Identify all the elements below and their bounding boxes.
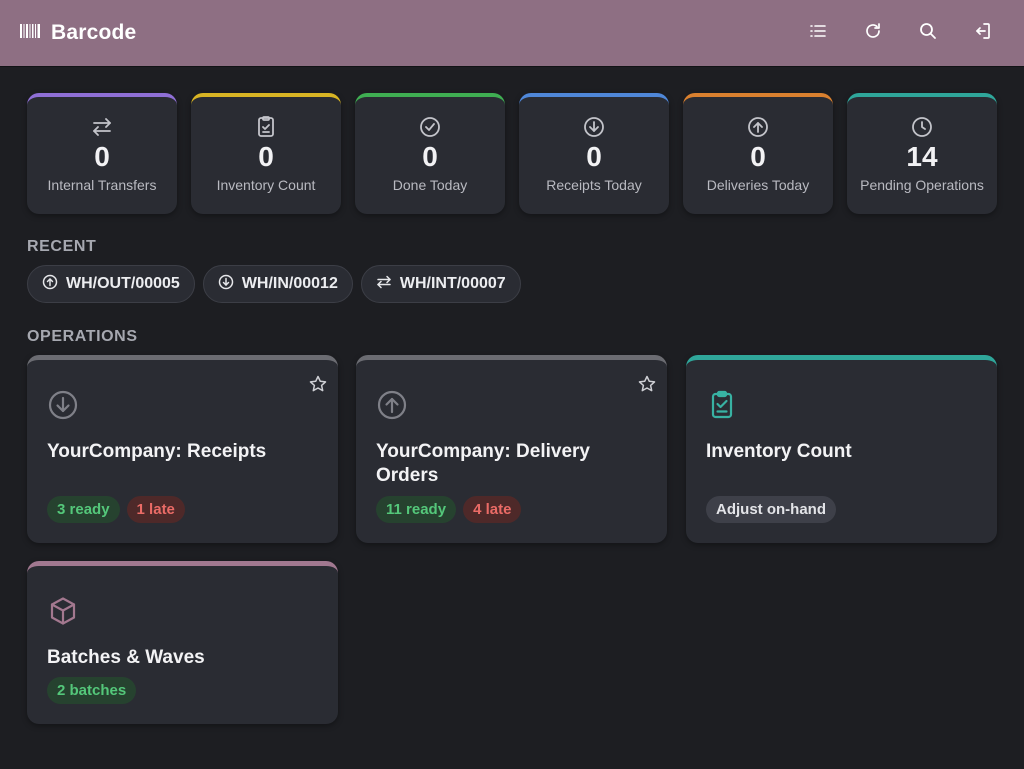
operation-badges: 3 ready 1 late <box>47 496 185 523</box>
check-circle-icon <box>418 115 442 139</box>
stat-label: Internal Transfers <box>47 177 157 193</box>
star-icon[interactable] <box>308 374 328 394</box>
operation-title: YourCompany: Receipts <box>47 441 267 462</box>
stat-inventory-count[interactable]: 0 Inventory Count <box>191 93 341 214</box>
operation-title: Batches & Waves <box>47 647 205 668</box>
list-button[interactable] <box>802 18 833 49</box>
arrow-down-circle-icon <box>582 115 606 139</box>
refresh-button[interactable] <box>857 18 888 49</box>
stat-label: Deliveries Today <box>706 177 810 193</box>
search-button[interactable] <box>912 18 943 49</box>
recent-chip-label: WH/IN/00012 <box>241 275 338 292</box>
recent-chip-label: WH/OUT/00005 <box>66 275 180 292</box>
stat-internal-transfers[interactable]: 0 Internal Transfers <box>27 93 177 214</box>
operation-card-batches-waves[interactable]: Batches & Waves 2 batches <box>27 561 338 724</box>
stat-label: Inventory Count <box>216 177 316 193</box>
app-title: Barcode <box>51 21 137 44</box>
batches-badge[interactable]: 2 batches <box>47 677 137 704</box>
late-badge[interactable]: 1 late <box>126 496 185 523</box>
stat-label: Receipts Today <box>546 177 642 193</box>
operations-title: OPERATIONS <box>27 328 138 345</box>
arrow-down-circle-icon <box>218 274 234 295</box>
operation-card-inventory-count[interactable]: Inventory Count Adjust on-hand <box>686 355 997 543</box>
logout-icon <box>973 21 993 46</box>
box-icon <box>47 595 79 627</box>
stat-pending-operations[interactable]: 14 Pending Operations <box>847 93 997 214</box>
operation-card-receipts[interactable]: YourCompany: Receipts 3 ready 1 late <box>27 355 338 543</box>
recent-chip-label: WH/INT/00007 <box>399 275 506 292</box>
stat-value: 0 <box>586 141 602 172</box>
logout-button[interactable] <box>967 18 998 49</box>
stat-label: Done Today <box>392 177 468 193</box>
late-badge[interactable]: 4 late <box>463 496 522 523</box>
operation-card-delivery-orders[interactable]: YourCompany: Delivery Orders 11 ready 4 … <box>356 355 667 543</box>
stat-value: 0 <box>750 141 766 172</box>
stat-value: 0 <box>258 141 274 172</box>
ready-badge[interactable]: 3 ready <box>47 496 120 523</box>
adjust-on-hand-badge[interactable]: Adjust on-hand <box>706 496 836 523</box>
recent-chip-wh-int-00007[interactable]: WH/INT/00007 <box>360 265 521 303</box>
arrow-down-circle-icon <box>47 389 79 421</box>
stat-deliveries-today[interactable]: 0 Deliveries Today <box>683 93 833 214</box>
top-bar: Barcode <box>0 0 1024 66</box>
stats-row: 0 Internal Transfers 0 Inventory Count 0… <box>27 93 997 214</box>
stat-done-today[interactable]: 0 Done Today <box>355 93 505 214</box>
search-icon <box>918 21 938 46</box>
recent-chip-wh-in-00012[interactable]: WH/IN/00012 <box>202 265 353 303</box>
clipboard-check-icon <box>254 115 278 139</box>
barcode-icon <box>20 23 40 43</box>
clipboard-check-icon <box>706 389 738 421</box>
operation-badges: 2 batches <box>47 677 137 704</box>
clock-icon <box>910 115 934 139</box>
operation-title: YourCompany: Delivery Orders <box>376 441 590 486</box>
stat-value: 14 <box>906 141 938 172</box>
stat-value: 0 <box>422 141 438 172</box>
recent-title: RECENT <box>27 238 97 255</box>
operation-badges: Adjust on-hand <box>706 496 836 523</box>
list-icon <box>808 21 828 46</box>
brand[interactable]: Barcode <box>20 21 136 45</box>
arrow-up-circle-icon <box>376 389 408 421</box>
transfer-icon <box>376 274 392 295</box>
header-actions <box>802 18 1004 49</box>
transfer-icon <box>90 115 114 139</box>
operation-title: Inventory Count <box>706 441 852 462</box>
arrow-up-circle-icon <box>746 115 770 139</box>
arrow-up-circle-icon <box>42 274 58 295</box>
ready-badge[interactable]: 11 ready <box>376 496 457 523</box>
stat-receipts-today[interactable]: 0 Receipts Today <box>519 93 669 214</box>
star-icon[interactable] <box>637 374 657 394</box>
stat-label: Pending Operations <box>860 177 984 193</box>
stat-value: 0 <box>94 141 110 172</box>
refresh-icon <box>863 21 883 46</box>
recent-chip-wh-out-00005[interactable]: WH/OUT/00005 <box>27 265 195 303</box>
recent-list: WH/OUT/00005 WH/IN/00012 WH/INT/00007 <box>27 265 521 303</box>
operation-badges: 11 ready 4 late <box>376 496 522 523</box>
